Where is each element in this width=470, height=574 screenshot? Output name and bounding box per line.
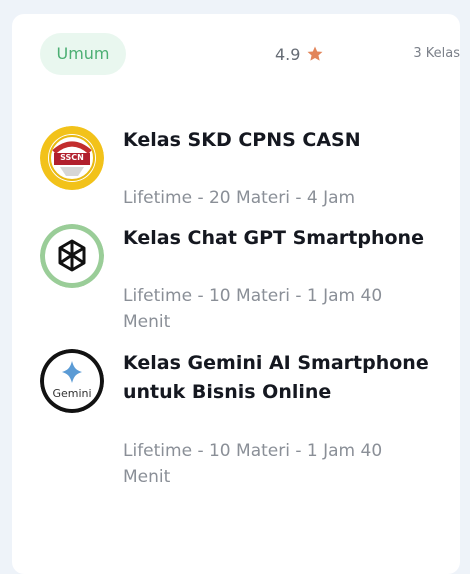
star-icon	[306, 45, 324, 63]
course-title[interactable]: Kelas SKD CPNS CASN	[123, 126, 433, 155]
course-meta: Lifetime - 10 Materi - 1 Jam 40 Menit	[123, 286, 383, 332]
card-header: Umum 4.9 3 Kelas	[40, 33, 460, 75]
course-category-card: Umum 4.9 3 Kelas SSCN Kelas SKD CPNS CAS…	[12, 14, 460, 574]
rating-value: 4.9	[275, 44, 301, 64]
category-tag[interactable]: Umum	[40, 33, 126, 75]
class-count: 3 Kelas	[413, 46, 460, 61]
gemini-logo-icon: Gemini	[40, 349, 104, 413]
rating: 4.9	[275, 33, 324, 75]
gemini-logo-text: Gemini	[52, 387, 92, 400]
course-title[interactable]: Kelas Chat GPT Smartphone	[123, 224, 433, 253]
sscn-logo-icon: SSCN	[40, 126, 104, 190]
course-meta: Lifetime - 10 Materi - 1 Jam 40 Menit	[123, 441, 383, 487]
openai-logo-icon	[40, 224, 104, 288]
course-meta: Lifetime - 20 Materi - 4 Jam	[123, 188, 356, 208]
sscn-logo-text: SSCN	[60, 153, 84, 162]
course-title[interactable]: Kelas Gemini AI Smartphone untuk Bisnis …	[123, 349, 433, 407]
